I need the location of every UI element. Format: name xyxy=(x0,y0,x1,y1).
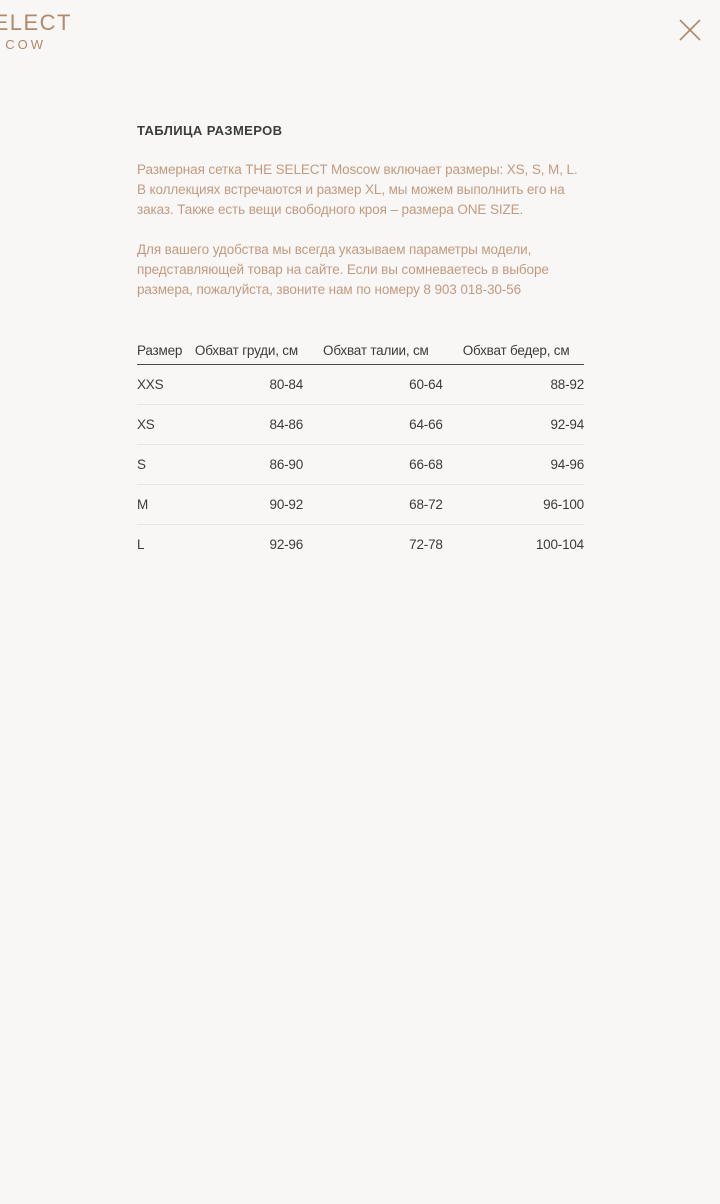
contact-paragraph: Для вашего удобства мы всегда указываем … xyxy=(137,242,549,297)
size-table: Размер Обхват груди, см Обхват талии, см… xyxy=(137,336,584,564)
intro-paragraph: Размерная сетка THE SELECT Moscow включа… xyxy=(137,162,578,217)
logo-wordmark: ELECT xyxy=(0,10,72,35)
table-header-row: Размер Обхват груди, см Обхват талии, см… xyxy=(137,336,584,365)
column-header-waist: Обхват талии, см xyxy=(303,336,443,365)
column-header-size: Размер xyxy=(137,336,193,365)
waist-cell: 68-72 xyxy=(303,484,443,525)
size-cell: S xyxy=(137,444,193,485)
table-row: L 92-96 72-78 100-104 xyxy=(137,525,584,565)
size-cell: XS xyxy=(137,404,193,445)
table-row: XS 84-86 64-66 92-94 xyxy=(137,404,584,445)
size-chart-panel: ТАБЛИЦА РАЗМЕРОВ Размерная сетка THE SEL… xyxy=(137,122,584,564)
waist-cell: 72-78 xyxy=(409,537,443,552)
column-header-hips: Обхват бедер, см xyxy=(442,336,584,365)
hips-cell: 96-100 xyxy=(442,484,584,525)
size-cell: L xyxy=(137,537,145,552)
waist-cell: 60-64 xyxy=(303,364,443,405)
size-cell: M xyxy=(137,484,193,525)
waist-cell: 64-66 xyxy=(303,404,443,445)
hips-cell: 88-92 xyxy=(442,364,584,405)
size-cell: XXS xyxy=(137,364,193,405)
logo-subtitle: COW xyxy=(5,37,46,52)
hips-cell: 92-94 xyxy=(442,404,584,445)
chest-cell: 92-96 xyxy=(269,537,304,552)
table-row: M 90-92 68-72 96-100 xyxy=(137,484,584,525)
waist-cell: 66-68 xyxy=(303,444,443,485)
hips-cell: 94-96 xyxy=(442,444,584,485)
column-header-chest: Обхват груди, см xyxy=(192,336,304,365)
chest-cell: 86-90 xyxy=(192,444,303,485)
close-icon xyxy=(679,19,701,41)
table-row: XXS 80-84 60-64 88-92 xyxy=(137,364,584,405)
chest-cell: 80-84 xyxy=(192,364,303,405)
close-button[interactable] xyxy=(678,18,702,42)
table-row: S 86-90 66-68 94-96 xyxy=(137,444,584,485)
brand-logo[interactable]: ELECT COW xyxy=(0,10,90,56)
chest-cell: 84-86 xyxy=(192,404,303,445)
hips-cell: 100-104 xyxy=(535,537,584,552)
chest-cell: 90-92 xyxy=(192,484,303,525)
page-title: ТАБЛИЦА РАЗМЕРОВ xyxy=(137,123,283,138)
